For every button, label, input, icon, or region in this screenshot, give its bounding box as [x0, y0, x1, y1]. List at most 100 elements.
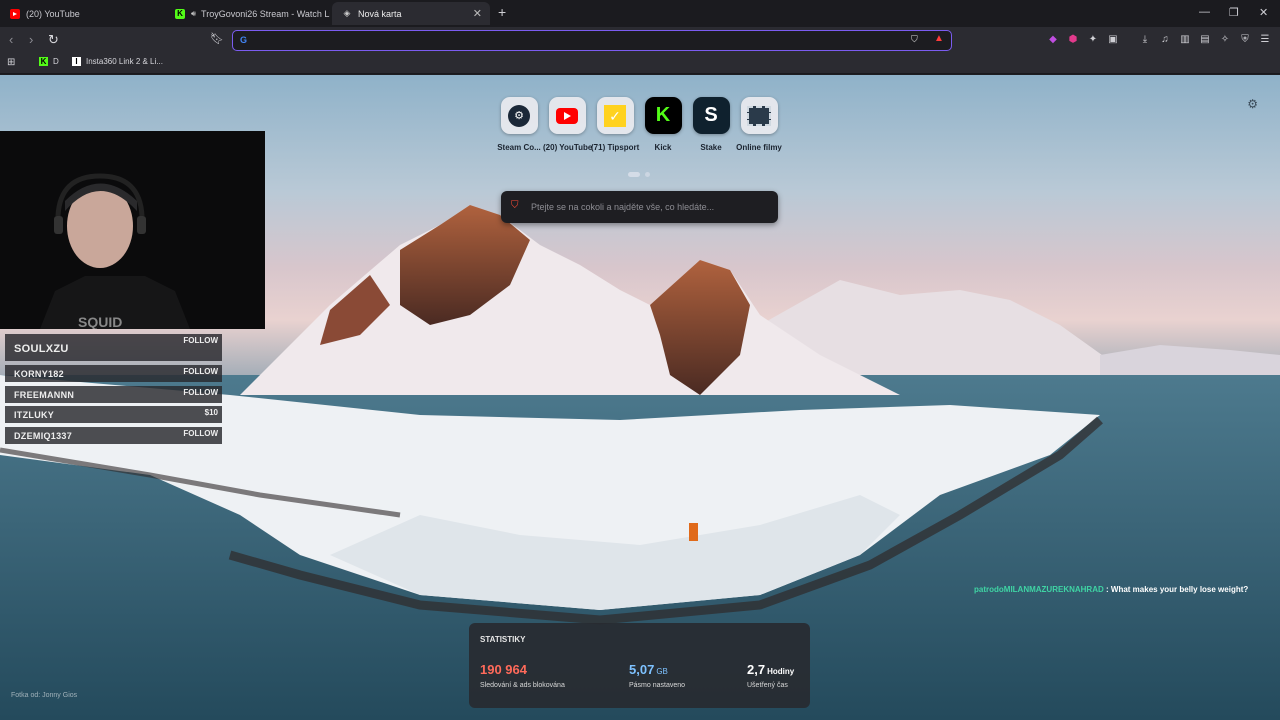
stake-icon: S [692, 97, 730, 134]
search-box[interactable]: ⛉ [501, 191, 778, 223]
youtube-icon [10, 8, 20, 19]
bookmark-label: Insta360 Link 2 & Li... [86, 57, 163, 66]
top-site-online-filmy[interactable]: Online filmy [735, 97, 783, 152]
url-input[interactable] [255, 33, 895, 48]
minimize-icon[interactable]: — [1199, 6, 1210, 18]
pager-dot-active[interactable] [628, 172, 640, 177]
wallet-icon[interactable]: ▤ [1199, 33, 1211, 45]
maximize-icon[interactable]: ❐ [1229, 6, 1239, 19]
tab-youtube[interactable]: (20) YouTube [0, 2, 165, 25]
settings-gear-icon[interactable]: ⚙ [1247, 97, 1258, 111]
bookmark-icon[interactable]: 🔖︎ [210, 32, 224, 45]
chat-message: patrodoMILANMAZUREKNAHRAD : What makes y… [974, 585, 1248, 594]
tab-new-tab[interactable]: ◈ Nová karta ✕ [332, 2, 490, 25]
alert-row: ITZLUKY $10 [5, 406, 222, 423]
top-site-label: Online filmy [736, 143, 782, 152]
webcam-feed: SQUID [0, 131, 265, 329]
extension-icon[interactable]: ⬢ [1067, 33, 1079, 45]
stat-unit: GB [656, 667, 668, 676]
alert-name: DZEMIQ1337 [14, 431, 73, 441]
top-site-label: Kick [654, 143, 672, 152]
new-tab-button[interactable]: + [498, 4, 506, 20]
chat-username: patrodoMILANMAZUREKNAHRAD [974, 585, 1104, 594]
top-site-tipsport[interactable]: ✓ (71) Tipsport [591, 97, 639, 152]
vpn-icon[interactable]: ⛨ [1239, 33, 1251, 45]
tab-title: (20) YouTube [26, 8, 80, 19]
alert-name: FREEMANNN [14, 390, 75, 400]
stat-time-saved: 2,7 Hodiny Ušetřený čas [747, 661, 794, 689]
photo-credit[interactable]: Fotka od: Jonny Gios [11, 692, 77, 699]
stat-desc: Sledování & ads blokována [480, 682, 565, 689]
leo-ai-icon[interactable]: ✧ [1219, 33, 1231, 45]
extension-icon[interactable]: ◆ [1047, 33, 1059, 45]
stat-value: 2,7 [747, 662, 766, 677]
alert-action: FOLLOW [183, 336, 218, 345]
top-site-kick[interactable]: K Kick [639, 97, 687, 152]
tab-bar: (20) YouTube K 🔊︎ TroyGovoni26 Stream - … [0, 0, 1280, 27]
bookmarks-bar: ⊞ K D I Insta360 Link 2 & Li... [0, 53, 1280, 74]
top-sites-pager[interactable] [628, 164, 651, 182]
download-icon[interactable]: ⤓ [1139, 33, 1151, 45]
alert-row: FREEMANNN FOLLOW [5, 386, 222, 403]
reload-icon[interactable]: ↻ [48, 32, 59, 48]
stat-desc: Ušetřený čas [747, 682, 788, 689]
top-site-youtube[interactable]: (20) YouTube [543, 97, 593, 152]
alert-action: FOLLOW [183, 388, 218, 397]
insta360-icon: I [72, 57, 81, 66]
stat-trackers-blocked: 190 964 Sledování & ads blokována [480, 661, 565, 689]
google-icon: G [239, 34, 247, 45]
alert-name: KORNY182 [14, 369, 64, 379]
steam-icon: ⚙ [500, 97, 538, 134]
bookmark-label: D [53, 57, 59, 66]
bookmark-item[interactable]: K D [39, 57, 59, 66]
top-site-label: Stake [700, 143, 722, 152]
stats-heading: STATISTIKY [480, 635, 526, 644]
extensions-puzzle-icon[interactable]: ✦ [1087, 33, 1099, 45]
speaker-icon[interactable]: 🔊︎ [191, 9, 196, 19]
sidebar-icon[interactable]: ▥ [1179, 33, 1191, 45]
kick-icon: K [39, 57, 48, 66]
film-icon [740, 97, 778, 134]
search-input[interactable] [531, 199, 766, 215]
alert-action: $10 [204, 408, 218, 417]
kick-icon: K [175, 8, 185, 19]
window-close-icon[interactable]: ✕ [1259, 6, 1268, 19]
stat-desc: Pásmo nastaveno [629, 682, 686, 689]
brave-icon: ◈ [343, 8, 351, 18]
alert-row: DZEMIQ1337 FOLLOW [5, 427, 222, 444]
toolbar: ‹ › ↻ 🔖︎ G ⛉ ▲ ◆ ⬢ ✦ ▣ ⤓ ♫ ▥ ▤ ✧ ⛨ ☰ [0, 27, 1280, 53]
close-icon[interactable]: ✕ [473, 7, 482, 20]
tipsport-icon: ✓ [596, 97, 634, 134]
stat-value: 190 964 [480, 662, 527, 677]
svg-text:SQUID: SQUID [78, 314, 122, 329]
new-tab-page: ⚙ ⚙ Steam Co... (20) YouTube ✓ (71) Tips… [0, 75, 1280, 720]
webcam-person: SQUID [0, 131, 265, 329]
bookmark-item[interactable]: I Insta360 Link 2 & Li... [72, 57, 163, 66]
alert-name: ITZLUKY [14, 410, 55, 420]
brave-search-icon: ⛉ [511, 200, 519, 211]
top-site-label: (20) YouTube [543, 143, 593, 152]
top-site-stake[interactable]: S Stake [687, 97, 735, 152]
top-site-steam[interactable]: ⚙ Steam Co... [495, 97, 543, 152]
alert-name: SOULXZU [14, 343, 69, 355]
chat-separator: : [1106, 585, 1109, 594]
address-bar[interactable]: G ⛉ ▲ [232, 30, 952, 51]
forward-icon[interactable]: › [29, 32, 33, 47]
media-icon[interactable]: ♫ [1159, 33, 1171, 45]
alert-action: FOLLOW [183, 367, 218, 376]
stats-widget: STATISTIKY 190 964 Sledování & ads bloko… [469, 623, 810, 708]
apps-grid-icon[interactable]: ⊞ [7, 57, 15, 68]
brave-rewards-icon[interactable]: ▲ [934, 33, 944, 44]
back-icon[interactable]: ‹ [9, 32, 13, 47]
pager-dot[interactable] [645, 172, 651, 177]
stat-unit: Hodiny [767, 667, 795, 676]
alert-row: KORNY182 FOLLOW [5, 365, 222, 382]
sidebar-panel-icon[interactable]: ▣ [1107, 33, 1119, 45]
top-site-label: (71) Tipsport [591, 143, 640, 152]
tab-kick-stream[interactable]: K 🔊︎ TroyGovoni26 Stream - Watch Live [165, 2, 330, 25]
stat-value: 5,07 [629, 662, 655, 677]
menu-icon[interactable]: ☰ [1259, 33, 1271, 45]
chat-text: What makes your belly lose weight? [1110, 585, 1249, 594]
youtube-icon [548, 97, 586, 134]
brave-shields-icon[interactable]: ⛉ [911, 34, 918, 45]
